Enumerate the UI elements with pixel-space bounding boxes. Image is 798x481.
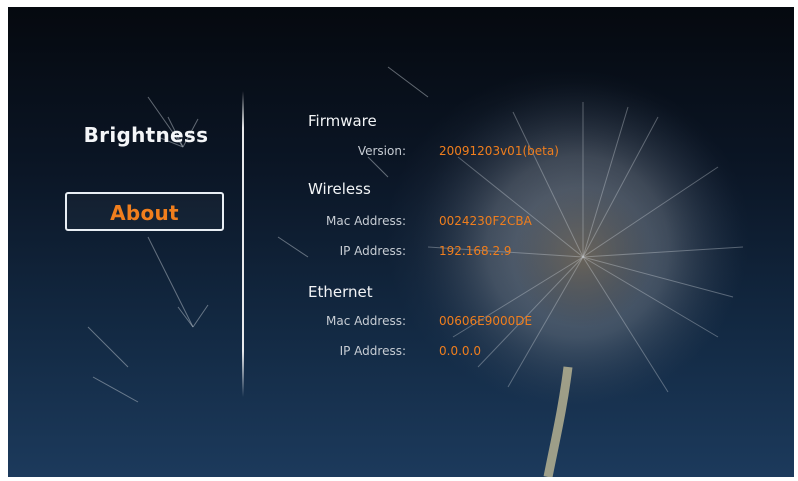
- dandelion-background-image: [87, 66, 744, 477]
- ethernet-mac-label: Mac Address:: [326, 314, 406, 328]
- ethernet-ip-value: 0.0.0.0: [439, 344, 481, 358]
- firmware-section-title: Firmware: [308, 112, 377, 130]
- ethernet-ip-label: IP Address:: [339, 344, 406, 358]
- firmware-version-value: 20091203v01(beta): [439, 144, 559, 158]
- wireless-section-title: Wireless: [308, 180, 371, 198]
- wireless-ip-value: 192.168.2.9: [439, 244, 512, 258]
- menu-item-about[interactable]: About: [65, 192, 224, 231]
- firmware-version-label: Version:: [357, 144, 406, 158]
- ethernet-mac-value: 00606E9000DE: [439, 314, 533, 328]
- wireless-mac-value: 0024230F2CBA: [439, 214, 532, 228]
- wireless-ip-label: IP Address:: [339, 244, 406, 258]
- ethernet-section-title: Ethernet: [308, 283, 373, 301]
- menu-item-brightness[interactable]: Brightness: [66, 118, 226, 152]
- wireless-mac-label: Mac Address:: [326, 214, 406, 228]
- settings-screen: Brightness About Firmware Version: 20091…: [8, 7, 794, 477]
